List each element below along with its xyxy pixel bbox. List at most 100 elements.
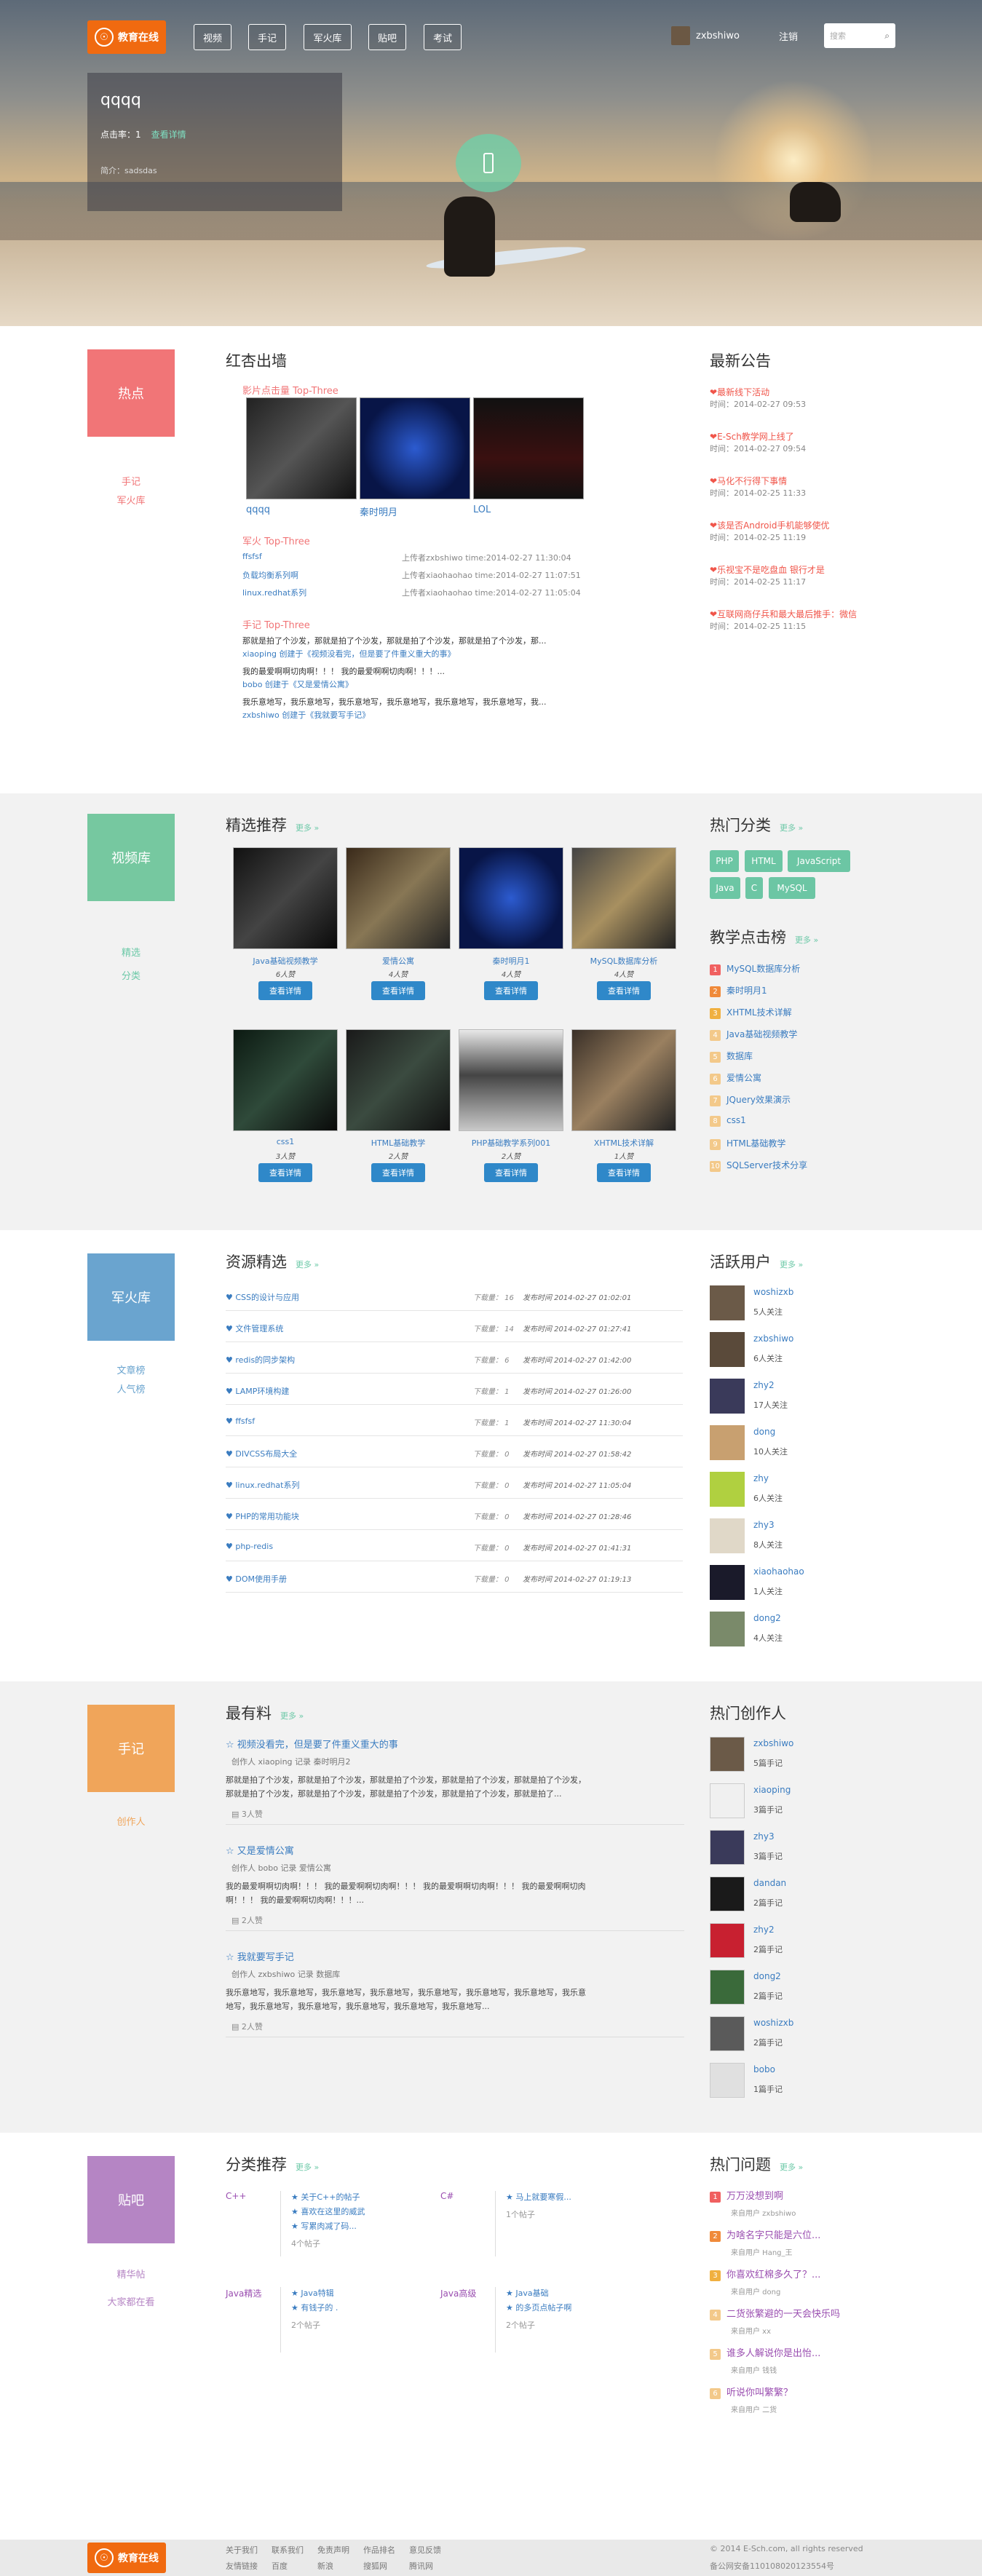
creator-name[interactable]: zhy3	[753, 1831, 775, 1842]
avatar[interactable]	[710, 1970, 745, 2005]
question-item[interactable]: 2 为啥名字只能是六位...	[710, 2227, 820, 2242]
creator-name[interactable]: dong2	[753, 1971, 781, 1981]
question-title[interactable]: 为啥名字只能是六位...	[726, 2230, 820, 2241]
rank-title[interactable]: 秦时明月1	[726, 986, 767, 996]
creator-name[interactable]: zhy2	[753, 1925, 775, 1935]
video-thumb[interactable]	[459, 1029, 563, 1131]
more-link[interactable]: 更多 »	[795, 935, 818, 945]
view-detail-button[interactable]: 查看详情	[258, 981, 312, 1000]
search-icon[interactable]: ⌕	[884, 31, 890, 41]
user-menu[interactable]: zxbshiwo	[671, 26, 740, 45]
play-bubble-icon[interactable]	[456, 134, 521, 192]
avatar[interactable]	[710, 1876, 745, 1911]
category-post[interactable]: ★ 喜欢在这里的威武	[291, 2206, 365, 2217]
arsenal-link-articles[interactable]: 文章榜	[87, 1363, 175, 1376]
footer-link[interactable]: 意见反馈	[409, 2544, 441, 2556]
nav-exam[interactable]: 考试	[424, 24, 462, 50]
rank-title[interactable]: 爱情公寓	[726, 1073, 761, 1083]
more-link[interactable]: 更多 »	[780, 1260, 803, 1269]
video-top-title[interactable]: qqqq	[246, 504, 270, 515]
resource-name[interactable]: ♥ DOM使用手册	[226, 1573, 287, 1585]
question-item[interactable]: 5 谁多人解说你是出怡...	[710, 2345, 820, 2360]
question-item[interactable]: 1 万万没想到啊	[710, 2188, 783, 2203]
arsenal-top-item[interactable]: 负载均衡系列啊	[242, 569, 298, 581]
footer-link[interactable]: 联系我们	[272, 2544, 304, 2556]
view-detail-button[interactable]: 查看详情	[484, 1163, 538, 1182]
detail-link[interactable]: 查看详情	[151, 130, 186, 140]
arsenal-link-popular[interactable]: 人气榜	[87, 1382, 175, 1395]
video-thumb[interactable]	[346, 847, 451, 949]
user-name[interactable]: dong2	[753, 1613, 781, 1623]
video-title[interactable]: XHTML技术详解	[571, 1137, 676, 1149]
rank-title[interactable]: JQuery效果演示	[726, 1095, 791, 1105]
rank-title[interactable]: SQLServer技术分享	[726, 1160, 807, 1170]
nav-tieba[interactable]: 贴吧	[368, 24, 406, 50]
creator-name[interactable]: dandan	[753, 1878, 786, 1888]
announce-item[interactable]: ❤E-Sch教学网上线了	[710, 432, 794, 442]
note-author[interactable]: xiaoping 创建于《视频没看完，但是要了件重义重大的事》	[242, 648, 456, 659]
question-title[interactable]: 你喜欢红棉多久了？...	[726, 2270, 820, 2280]
video-title[interactable]: HTML基础教学	[346, 1137, 451, 1149]
post-title[interactable]: ☆ 视频没看完，但是要了件重义重大的事	[226, 1737, 398, 1751]
video-title[interactable]: css1	[233, 1137, 338, 1146]
category-post[interactable]: ★ Java特辑	[291, 2287, 334, 2299]
more-link[interactable]: 更多 »	[780, 823, 803, 833]
rank-item[interactable]: 1 MySQL数据库分析	[710, 962, 800, 975]
video-thumb[interactable]	[233, 847, 338, 949]
avatar[interactable]	[710, 1379, 745, 1414]
category-name[interactable]: C++	[226, 2191, 247, 2201]
resource-name[interactable]: ♥ 文件管理系统	[226, 1323, 283, 1334]
question-title[interactable]: 二货张繁避的一天会快乐吗	[726, 2309, 840, 2320]
arsenal-top-item[interactable]: linux.redhat系列	[242, 587, 306, 598]
category-tag[interactable]: MySQL	[769, 877, 815, 899]
avatar[interactable]	[710, 1830, 745, 1865]
resource-name[interactable]: ♥ redis的同步架构	[226, 1354, 295, 1366]
video-title[interactable]: 秦时明月1	[459, 955, 563, 967]
creator-name[interactable]: woshizxb	[753, 2018, 793, 2028]
note-author[interactable]: zxbshiwo 创建于《我就要写手记》	[242, 709, 370, 721]
more-link[interactable]: 更多 »	[780, 2163, 803, 2172]
creator-name[interactable]: zxbshiwo	[753, 1738, 793, 1748]
rank-title[interactable]: MySQL数据库分析	[726, 964, 800, 974]
video-title[interactable]: 爱情公寓	[346, 955, 451, 967]
creator-name[interactable]: xiaoping	[753, 1785, 791, 1795]
video-title[interactable]: MySQL数据库分析	[571, 955, 676, 967]
category-post[interactable]: ★ 的多页点帖子啊	[506, 2302, 571, 2313]
creator-name[interactable]: bobo	[753, 2064, 775, 2074]
resource-name[interactable]: ♥ ffsfsf	[226, 1416, 255, 1426]
question-title[interactable]: 万万没想到啊	[726, 2191, 783, 2202]
rank-item[interactable]: 2 秦时明月1	[710, 984, 767, 997]
rank-item[interactable]: 9 HTML基础教学	[710, 1137, 785, 1150]
rank-item[interactable]: 3 XHTML技术详解	[710, 1006, 792, 1019]
category-tag[interactable]: JavaScript	[788, 850, 850, 872]
announce-item[interactable]: ❤乐视宝不是吃盘血 银行才是	[710, 565, 825, 575]
user-name[interactable]: woshizxb	[753, 1287, 793, 1297]
more-link[interactable]: 更多 »	[280, 1711, 304, 1721]
announce-item[interactable]: ❤互联网商仔兵和最大最后推手：微信	[710, 609, 857, 619]
nav-notes[interactable]: 手记	[248, 24, 286, 50]
rank-title[interactable]: 数据库	[726, 1051, 753, 1061]
user-name[interactable]: xiaohaohao	[753, 1566, 804, 1577]
video-top-title[interactable]: 秦时明月	[360, 504, 397, 518]
announce-item[interactable]: ❤马化不行得下事情	[710, 476, 787, 486]
view-detail-button[interactable]: 查看详情	[484, 981, 538, 1000]
video-thumb[interactable]	[246, 397, 357, 499]
view-detail-button[interactable]: 查看详情	[371, 1163, 425, 1182]
video-thumb[interactable]	[571, 847, 676, 949]
logout-link[interactable]: 注销	[779, 29, 798, 43]
hot-link-arsenal[interactable]: 军火库	[87, 493, 175, 507]
avatar[interactable]	[710, 1923, 745, 1958]
resource-name[interactable]: ♥ DIVCSS布局大全	[226, 1448, 297, 1459]
rank-item[interactable]: 8 css1	[710, 1115, 746, 1127]
question-item[interactable]: 3 你喜欢红棉多久了？...	[710, 2267, 820, 2281]
user-name[interactable]: dong	[753, 1427, 775, 1437]
category-tag[interactable]: HTML	[745, 850, 783, 872]
video-title[interactable]: PHP基础教学系列001	[459, 1137, 563, 1149]
footer-link[interactable]: 友情链接	[226, 2560, 258, 2572]
post-title[interactable]: ☆ 又是爱情公寓	[226, 1843, 294, 1857]
note-author[interactable]: bobo 创建于《又是爱情公寓》	[242, 678, 353, 690]
rank-item[interactable]: 4 Java基础视频教学	[710, 1028, 797, 1041]
resource-name[interactable]: ♥ php-redis	[226, 1542, 273, 1551]
category-post[interactable]: ★ 有钱子的 .	[291, 2302, 338, 2313]
announce-item[interactable]: ❤该是否Android手机能够使优	[710, 520, 829, 531]
